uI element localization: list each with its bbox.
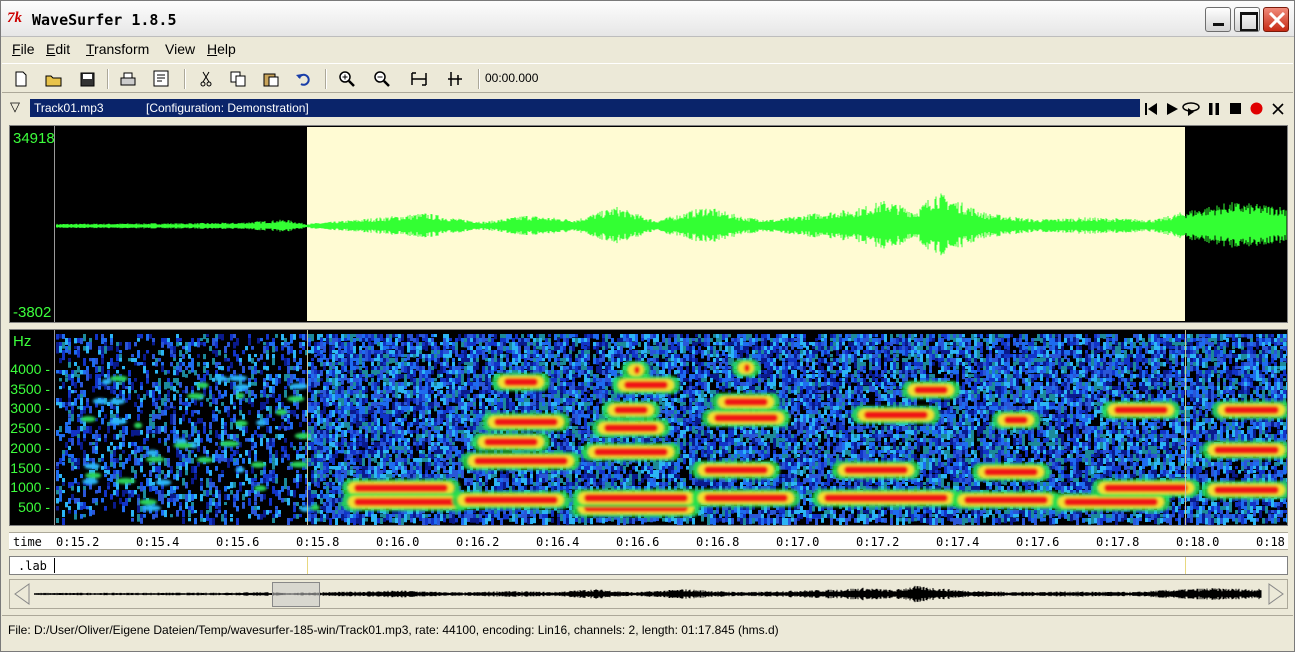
- time-tick: 0:16.0: [376, 535, 420, 549]
- text-cursor: [54, 558, 55, 573]
- spectrogram-y-tick: 500 -: [18, 498, 50, 515]
- spectrogram-unit: Hz: [13, 333, 32, 350]
- menu-bar: File Edit Transform View Help: [2, 38, 1293, 62]
- label-pane[interactable]: .lab: [9, 556, 1288, 575]
- time-tick: 0:18.0: [1176, 535, 1220, 549]
- spectrogram-y-tick: 2000 -: [10, 439, 50, 456]
- properties-icon[interactable]: [151, 68, 173, 90]
- zoom-selection-icon[interactable]: [444, 68, 466, 90]
- undo-icon[interactable]: [292, 68, 314, 90]
- time-tick: 0:17.2: [856, 535, 900, 549]
- scroll-right-arrow-icon[interactable]: [1265, 581, 1287, 607]
- time-tick: 0:15.8: [296, 535, 340, 549]
- time-tick: 0:15.2: [56, 535, 100, 549]
- copy-icon[interactable]: [227, 68, 249, 90]
- spectrogram-plot: [56, 330, 1287, 525]
- scroll-left-arrow-icon[interactable]: [11, 581, 33, 607]
- status-text: File: D:/User/Oliver/Eigene Dateien/Temp…: [8, 623, 779, 637]
- play-loop-icon[interactable]: [1182, 100, 1200, 117]
- spectrogram-pane[interactable]: Hz 4000 - 3500 - 3000 - 2500 - 2000 - 1500 - 1…: [9, 329, 1288, 526]
- menu-help[interactable]: Help: [207, 41, 236, 57]
- label-pane-name: .lab: [18, 559, 47, 573]
- waveform-y-min: -3802: [13, 304, 52, 321]
- time-tick: 0:17.6: [1016, 535, 1060, 549]
- spectrogram-axis-line: [54, 330, 55, 525]
- time-tick: 0:15.4: [136, 535, 180, 549]
- zoom-all-icon[interactable]: [408, 68, 430, 90]
- spectrogram-y-tick: 3000 -: [10, 400, 50, 417]
- overview-waveform: [34, 585, 1262, 603]
- stop-icon[interactable]: [1226, 100, 1244, 117]
- track-header: ▽ Track01.mp3 [Configuration: Demonstrat…: [8, 98, 1291, 119]
- selection-end-line: [1185, 330, 1186, 525]
- waveform-y-max: 34918: [13, 130, 55, 147]
- selection-end-marker: [1185, 557, 1186, 574]
- save-icon[interactable]: [76, 68, 98, 90]
- time-axis[interactable]: time 0:15.2 0:15.4 0:15.6 0:15.8 0:16.0 0:16.…: [9, 532, 1288, 550]
- time-axis-label: time: [13, 535, 42, 549]
- time-readout: 00:00.000: [485, 71, 539, 85]
- selection-start-line: [307, 330, 308, 525]
- spectrogram-y-tick: 1500 -: [10, 459, 50, 476]
- time-tick: 0:16.2: [456, 535, 500, 549]
- time-tick: 0:16.4: [536, 535, 580, 549]
- waveform-trace: [56, 193, 1287, 256]
- maximize-button[interactable]: [1234, 7, 1260, 32]
- print-icon[interactable]: [117, 68, 139, 90]
- spectrogram-y-tick: 2500 -: [10, 420, 50, 437]
- title-bar[interactable]: 7k WaveSurfer 1.8.5: [1, 1, 1294, 37]
- menu-edit[interactable]: Edit: [46, 41, 70, 57]
- track-configuration: [Configuration: Demonstration]: [146, 101, 309, 115]
- selection-start-marker: [307, 557, 308, 574]
- close-icon: [1268, 12, 1286, 28]
- overview-scrollbar[interactable]: [9, 579, 1288, 609]
- time-tick: 0:17.4: [936, 535, 980, 549]
- time-tick: 0:15.6: [216, 535, 260, 549]
- menu-view[interactable]: View: [165, 41, 195, 57]
- close-window-button[interactable]: [1263, 7, 1289, 32]
- track-title-bar[interactable]: Track01.mp3 [Configuration: Demonstratio…: [30, 99, 1140, 117]
- play-icon[interactable]: [1163, 100, 1181, 117]
- minimize-button[interactable]: [1205, 7, 1231, 32]
- time-tick: 0:18: [1256, 535, 1285, 549]
- waveform-pane[interactable]: 34918 -3802: [9, 125, 1288, 323]
- collapse-triangle-icon[interactable]: ▽: [10, 99, 20, 115]
- time-tick: 0:17.8: [1096, 535, 1140, 549]
- pause-icon[interactable]: [1205, 100, 1223, 117]
- waveform-axis-line: [54, 126, 55, 322]
- time-tick: 0:17.0: [776, 535, 820, 549]
- open-folder-icon[interactable]: [43, 68, 65, 90]
- spectrogram-y-tick: 3500 -: [10, 380, 50, 397]
- tk-feather-icon: 7k: [7, 10, 22, 26]
- spectrogram-y-tick: 4000 -: [10, 361, 50, 377]
- spectrogram-y-tick: 1000 -: [10, 479, 50, 496]
- status-bar: File: D:/User/Oliver/Eigene Dateien/Temp…: [2, 615, 1293, 645]
- close-icon[interactable]: [1269, 100, 1287, 117]
- window-title: WaveSurfer 1.8.5: [32, 11, 177, 29]
- go-start-icon[interactable]: [1142, 100, 1160, 117]
- record-icon[interactable]: [1247, 100, 1265, 117]
- menu-transform[interactable]: Transform: [86, 41, 149, 57]
- track-filename: Track01.mp3: [34, 101, 104, 115]
- time-tick: 0:16.6: [616, 535, 660, 549]
- cut-icon[interactable]: [195, 68, 217, 90]
- menu-file[interactable]: File: [12, 41, 35, 57]
- zoom-out-icon[interactable]: [371, 68, 393, 90]
- overview-scroll-thumb[interactable]: [272, 582, 320, 607]
- time-tick: 0:16.8: [696, 535, 740, 549]
- paste-icon[interactable]: [260, 68, 282, 90]
- waveform-plot: [56, 193, 1287, 256]
- toolbar: 00:00.000: [2, 63, 1293, 93]
- wavesurfer-window: 7k WaveSurfer 1.8.5 File Edit Transform …: [0, 0, 1295, 652]
- zoom-in-icon[interactable]: [336, 68, 358, 90]
- new-file-icon[interactable]: [10, 68, 32, 90]
